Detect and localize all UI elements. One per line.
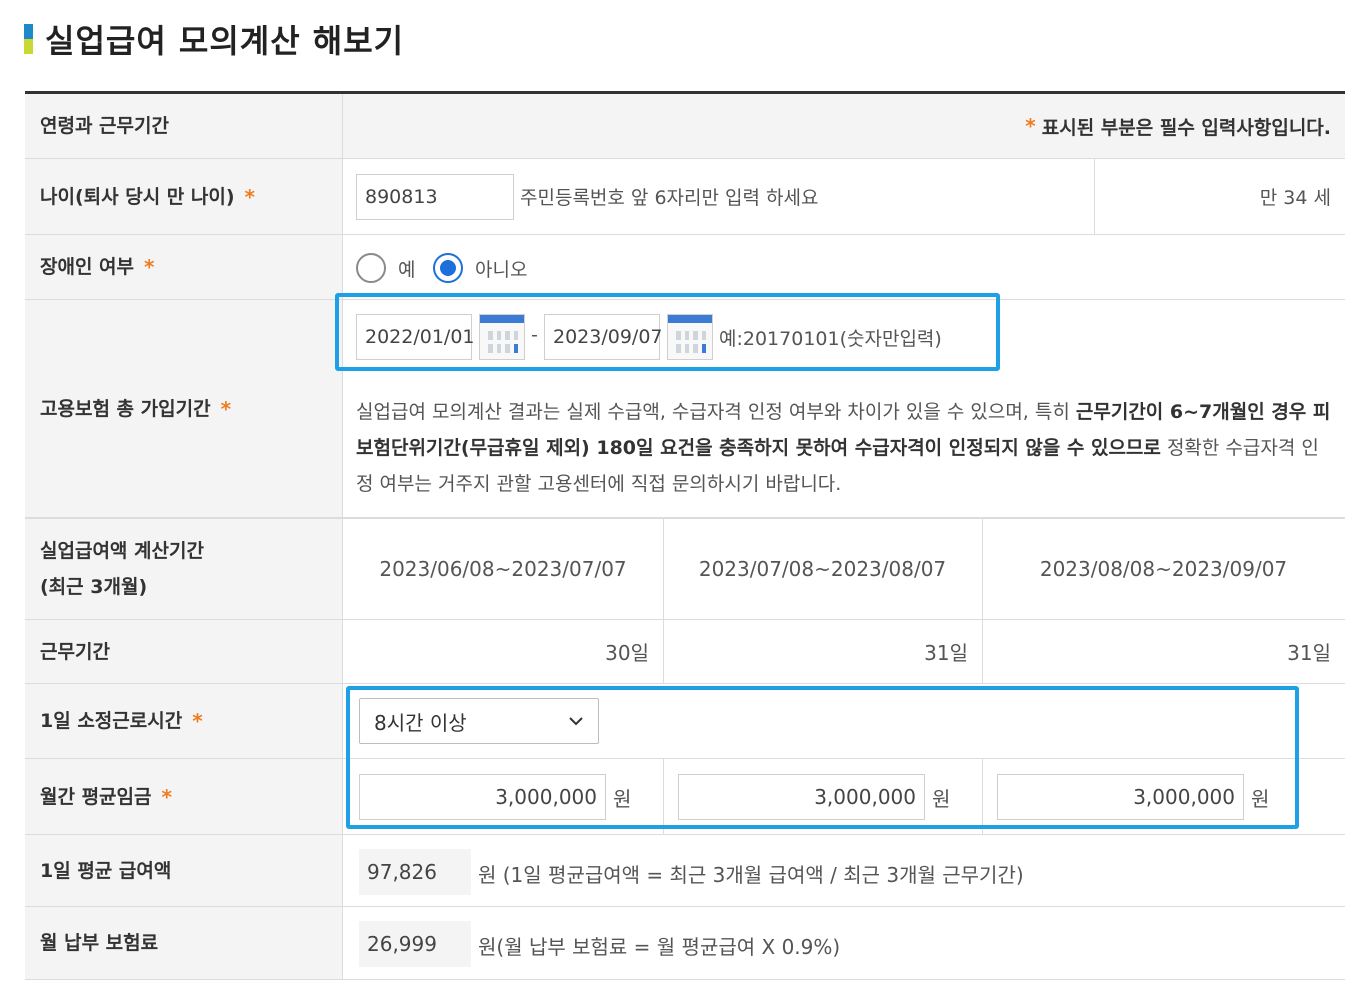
daily-hours-selected: 8시간 이상 — [374, 710, 467, 735]
start-calendar-icon[interactable] — [479, 314, 525, 360]
title-accent-bar — [24, 24, 33, 54]
wage-unit-1: 원 — [613, 787, 632, 811]
work-days-1: 30일 — [605, 641, 649, 665]
required-star: * — [244, 184, 256, 209]
radio-yes[interactable] — [356, 253, 386, 283]
date-example: 예:20170101(숫자만입력) — [719, 328, 942, 350]
monthly-premium-value: 26,999 — [359, 921, 471, 967]
daily-hours-row: 1일 소정근로시간 * 8시간 이상 — [25, 684, 1345, 759]
age-label: 나이(퇴사 당시 만 나이) * — [25, 159, 343, 234]
disabled-label: 장애인 여부 * — [25, 235, 343, 299]
calculator-form: 연령과 근무기간 * 표시된 부분은 필수 입력사항입니다. 나이(퇴사 당시 … — [25, 91, 1345, 980]
wage-input-2[interactable]: 3,000,000 — [678, 774, 925, 820]
wage-unit-2: 원 — [932, 787, 951, 811]
monthly-wage-label: 월간 평균임금 * — [25, 759, 343, 834]
wage-unit-3: 원 — [1251, 787, 1270, 811]
monthly-wage-label-text: 월간 평균임금 — [40, 785, 152, 808]
required-star: * — [161, 784, 172, 809]
required-note: 표시된 부분은 필수 입력사항입니다. — [1041, 116, 1331, 139]
start-date-input[interactable]: 2022/01/01 — [356, 314, 475, 360]
date-separator: - — [531, 324, 538, 346]
daily-avg-label: 1일 평균 급여액 — [25, 835, 343, 906]
age-result: 만 34 세 — [1259, 187, 1331, 209]
page-title-area: 실업급여 모의계산 해보기 — [24, 14, 404, 64]
monthly-premium-row: 월 납부 보험료 26,999 원(월 납부 보험료 = 월 평균급여 X 0.… — [25, 907, 1345, 980]
insurance-period-row: 고용보험 총 가입기간 * 2022/01/01 - 2023/09/07 예:2… — [25, 300, 1345, 518]
chevron-down-icon — [569, 717, 583, 726]
daily-hours-label: 1일 소정근로시간 * — [25, 684, 343, 758]
end-calendar-icon[interactable] — [667, 314, 713, 360]
monthly-wage-row: 월간 평균임금 * 3,000,000 원 3,000,000 원 3,000,0… — [25, 759, 1345, 835]
notice-part1: 실업급여 모의계산 결과는 실제 수급액, 수급자격 인정 여부와 차이가 있을… — [356, 401, 1076, 423]
work-days-label: 근무기간 — [25, 620, 343, 683]
period-3: 2023/08/08~2023/09/07 — [1039, 557, 1288, 581]
page-title: 실업급여 모의계산 해보기 — [45, 22, 405, 60]
calc-period-label: 실업급여액 계산기간 (최근 3개월) — [25, 519, 343, 619]
age-row: 나이(퇴사 당시 만 나이) * 890813 주민등록번호 앞 6자리만 입력 … — [25, 159, 1345, 235]
radio-yes-label: 예 — [398, 259, 416, 281]
header-row: 연령과 근무기간 * 표시된 부분은 필수 입력사항입니다. — [25, 94, 1345, 159]
daily-avg-row: 1일 평균 급여액 97,826 원 (1일 평균급여액 = 최근 3개월 급여… — [25, 835, 1345, 907]
notice-text: 실업급여 모의계산 결과는 실제 수급액, 수급자격 인정 여부와 차이가 있을… — [356, 394, 1336, 502]
work-days-2: 31일 — [924, 641, 968, 665]
insurance-label-text: 고용보험 총 가입기간 — [40, 397, 211, 420]
insurance-label: 고용보험 총 가입기간 * — [25, 300, 343, 517]
daily-avg-value: 97,826 — [359, 849, 471, 895]
required-star: * — [192, 709, 203, 733]
required-mark: * — [1025, 114, 1036, 138]
radio-no-label: 아니오 — [475, 259, 528, 281]
section-label: 연령과 근무기간 — [25, 94, 343, 158]
age-label-text: 나이(퇴사 당시 만 나이) — [40, 185, 235, 208]
birthdate-input[interactable]: 890813 — [356, 174, 514, 220]
daily-hours-label-text: 1일 소정근로시간 — [40, 710, 183, 732]
wage-input-3[interactable]: 3,000,000 — [997, 774, 1244, 820]
wage-input-1[interactable]: 3,000,000 — [359, 774, 606, 820]
period-1: 2023/06/08~2023/07/07 — [379, 557, 627, 581]
work-days-row: 근무기간 30일 31일 31일 — [25, 620, 1345, 684]
calc-period-row: 실업급여액 계산기간 (최근 3개월) 2023/06/08~2023/07/0… — [25, 518, 1345, 620]
birthdate-hint: 주민등록번호 앞 6자리만 입력 하세요 — [520, 187, 819, 209]
required-star: * — [144, 255, 155, 279]
end-date-input[interactable]: 2023/09/07 — [544, 314, 663, 360]
radio-no[interactable] — [433, 253, 463, 283]
calc-period-label-line2: (최근 3개월) — [40, 576, 148, 598]
period-2: 2023/07/08~2023/08/07 — [698, 557, 947, 581]
monthly-premium-note: 원(월 납부 보험료 = 월 평균급여 X 0.9%) — [478, 935, 841, 959]
work-days-3: 31일 — [1287, 641, 1331, 665]
disabled-label-text: 장애인 여부 — [40, 256, 135, 278]
monthly-premium-label: 월 납부 보험료 — [25, 907, 343, 979]
daily-hours-select[interactable]: 8시간 이상 — [359, 698, 599, 744]
required-star: * — [220, 396, 232, 421]
disabled-row: 장애인 여부 * 예 아니오 — [25, 235, 1345, 300]
calc-period-label-line1: 실업급여액 계산기간 — [40, 540, 204, 562]
daily-avg-note: 원 (1일 평균급여액 = 최근 3개월 급여액 / 최근 3개월 근무기간) — [478, 863, 1024, 887]
